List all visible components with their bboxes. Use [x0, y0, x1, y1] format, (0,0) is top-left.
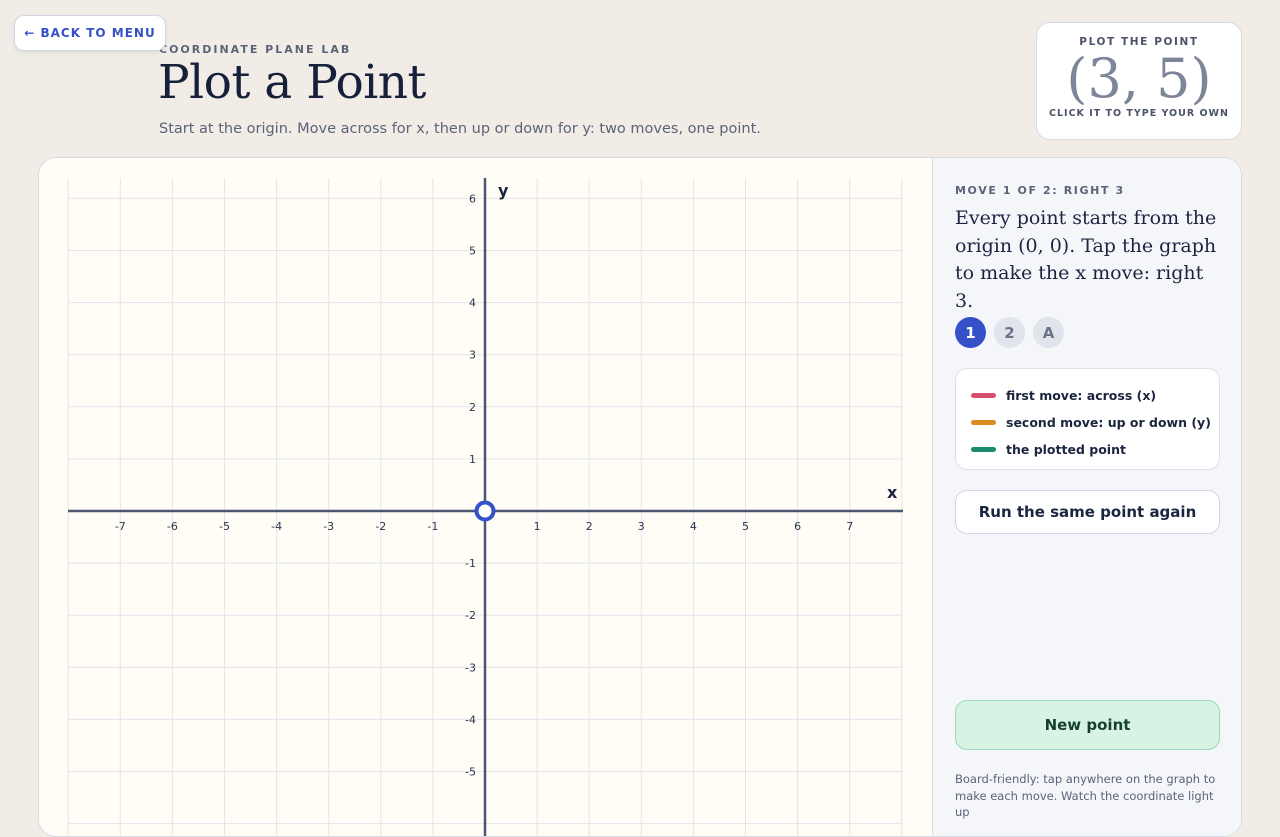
x-tick-label: 4 [690, 520, 697, 533]
run-again-button[interactable]: Run the same point again [955, 490, 1220, 534]
graph-svg: -7 -6 -5 -4 -3 -2 -1 1 2 3 4 5 6 7654321-1-2-3-4-5 x … [67, 178, 903, 836]
y-axis-label: y [498, 181, 509, 200]
target-point-card[interactable]: PLOT THE POINT (3, 5) CLICK IT TO TYPE Y… [1036, 22, 1242, 140]
target-hint: CLICK IT TO TYPE YOUR OWN [1049, 108, 1229, 119]
back-to-menu-button[interactable]: ← BACK TO MENU [14, 15, 166, 51]
y-tick-label: 5 [469, 245, 476, 258]
x-tick-label: 7 [846, 520, 853, 533]
step-2: 2 [994, 317, 1025, 348]
x-tick-label: -3 [323, 520, 334, 533]
x-tick-label: -5 [219, 520, 230, 533]
x-tick-label: 5 [742, 520, 749, 533]
y-tick-label: 3 [469, 349, 476, 362]
legend-label: first move: across (x) [1006, 388, 1157, 403]
y-tick-label: 2 [469, 401, 476, 414]
step-answer: A [1033, 317, 1064, 348]
point-swatch [971, 447, 996, 452]
x-tick-label: -6 [167, 520, 178, 533]
legend-label: the plotted point [1006, 442, 1126, 457]
legend: first move: across (x) second move: up o… [955, 368, 1220, 470]
x-tick-label: 1 [534, 520, 541, 533]
y-tick-label: 6 [469, 192, 476, 205]
new-point-button[interactable]: New point [955, 700, 1220, 750]
y-tick-label: -1 [465, 557, 476, 570]
x-tick-label: 3 [638, 520, 645, 533]
x-axis-label: x [887, 483, 898, 502]
y-tick-label: -3 [465, 661, 476, 674]
y-tick-label: -5 [465, 766, 476, 779]
page-title: Plot a Point [158, 55, 426, 110]
side-panel: MOVE 1 OF 2: RIGHT 3 Every point starts … [932, 158, 1241, 836]
x-tick-label: 2 [586, 520, 593, 533]
legend-label: second move: up or down (y) [1006, 415, 1211, 430]
move-label: MOVE 1 OF 2: RIGHT 3 [955, 184, 1125, 197]
x-tick-label: 6 [794, 520, 801, 533]
legend-item-y-move: second move: up or down (y) [971, 409, 1219, 436]
coordinate-graph[interactable]: -7 -6 -5 -4 -3 -2 -1 1 2 3 4 5 6 7 6 5 4 3 2 1 -1 -2 -3 -4 -5 x … [39, 158, 932, 836]
footnote: Board-friendly: tap anywhere on the grap… [955, 772, 1216, 819]
x-tick-label: -4 [271, 520, 282, 533]
step-1: 1 [955, 317, 986, 348]
y-move-swatch [971, 420, 996, 425]
x-tick-label: -7 [115, 520, 126, 533]
origin-cursor [474, 500, 496, 522]
x-move-swatch [971, 393, 996, 398]
step-indicator: 1 2 A [955, 317, 1064, 348]
page-subtitle: Start at the origin. Move across for x, … [159, 121, 761, 137]
y-tick-label: -4 [465, 713, 476, 726]
y-tick-label: 4 [469, 297, 476, 310]
instruction-text: Every point starts from the origin (0, 0… [955, 207, 1217, 312]
legend-item-x-move: first move: across (x) [971, 382, 1219, 409]
x-tick-label: -2 [375, 520, 386, 533]
x-tick-label: -1 [427, 520, 438, 533]
target-coordinate: (3, 5) [1066, 47, 1212, 110]
y-tick-label: 1 [469, 453, 476, 466]
board: -7 -6 -5 -4 -3 -2 -1 1 2 3 4 5 6 7 6 5 4 3 2 1 -1 -2 -3 -4 -5 x … [38, 157, 1242, 837]
legend-item-point: the plotted point [971, 436, 1219, 463]
y-tick-label: -2 [465, 609, 476, 622]
